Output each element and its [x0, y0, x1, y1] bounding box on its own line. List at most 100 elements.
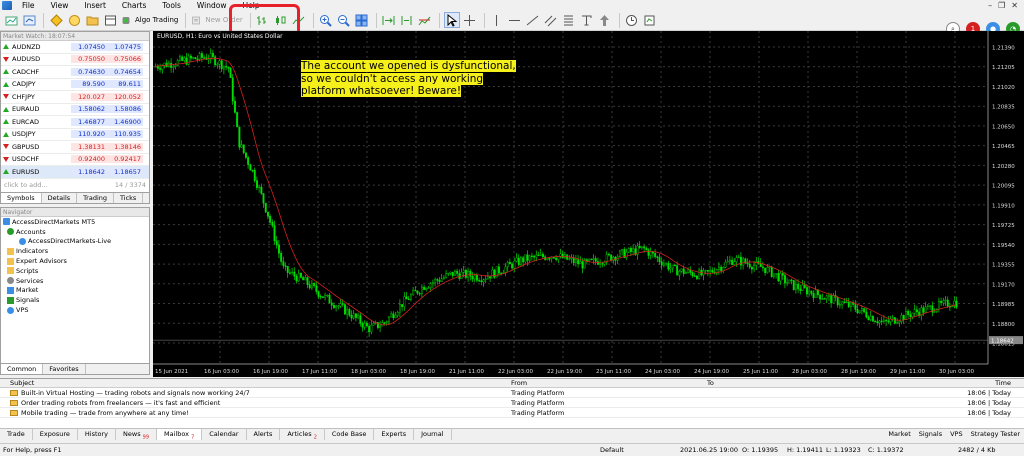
menu-tools[interactable]: Tools: [154, 1, 188, 10]
crosshair-icon[interactable]: [462, 12, 478, 28]
chart-canvas[interactable]: 1.21390 1.21205 1.21020 1.20835 1.20650 1.204…: [153, 31, 1024, 377]
indicators-icon[interactable]: [417, 12, 433, 28]
tab-calendar[interactable]: Calendar: [202, 429, 247, 440]
tab-news[interactable]: News 99: [116, 429, 158, 440]
tab-exposure[interactable]: Exposure: [33, 429, 78, 440]
candlestick-chart-icon[interactable]: [273, 12, 289, 28]
nav-broker[interactable]: AccessDirectMarkets MT5: [1, 217, 149, 227]
menu-insert[interactable]: Insert: [76, 1, 114, 10]
market-watch-row[interactable]: GBPUSD 1.38131 1.38146: [1, 141, 149, 154]
market-watch-row[interactable]: CADJPY 89.590 89.611: [1, 79, 149, 91]
tab-ticks[interactable]: Ticks: [114, 193, 144, 203]
tab-articles[interactable]: Articles 2: [280, 429, 325, 440]
restore-icon[interactable]: ❐: [998, 1, 1005, 10]
new-chart-button[interactable]: [3, 12, 19, 28]
market-watch-row[interactable]: EURAUD 1.58062 1.58086: [1, 104, 149, 116]
tab-code-base[interactable]: Code Base: [325, 429, 375, 440]
navigator-toggle-icon[interactable]: [66, 12, 82, 28]
menu-file[interactable]: File: [14, 1, 43, 10]
col-subject[interactable]: Subject: [0, 379, 509, 387]
col-from[interactable]: From: [509, 379, 705, 387]
tab-experts[interactable]: Experts: [374, 429, 415, 440]
mail-row[interactable]: Built-in Virtual Hosting — trading robot…: [0, 388, 1024, 398]
mail-row[interactable]: Mobile trading — trade from anywhere at …: [0, 408, 1024, 418]
algo-trading-icon[interactable]: [120, 12, 132, 28]
nav-scripts[interactable]: Scripts: [1, 266, 149, 276]
candle-body: [896, 322, 899, 324]
nav-accounts[interactable]: Accounts: [1, 227, 149, 237]
nav-expert-advisors[interactable]: Expert Advisors: [1, 256, 149, 266]
bar-chart-icon[interactable]: [255, 12, 271, 28]
horizontal-line-icon[interactable]: [507, 12, 523, 28]
nav-signals[interactable]: Signals: [1, 295, 149, 305]
menu-window[interactable]: Window: [189, 1, 235, 10]
arrow-objects-icon[interactable]: [597, 12, 613, 28]
text-icon[interactable]: [579, 12, 595, 28]
algo-trading-button[interactable]: Algo Trading: [132, 12, 181, 28]
market-watch-row[interactable]: AUDUSD 0.75050 0.75066: [1, 54, 149, 66]
profiles-button[interactable]: [21, 12, 37, 28]
nav-market[interactable]: Market: [1, 286, 149, 296]
market-watch-row[interactable]: USDJPY 110.920 110.935: [1, 129, 149, 141]
market-watch-row[interactable]: CHFJPY 120.027 120.052: [1, 91, 149, 104]
chart-shift-icon[interactable]: [399, 12, 415, 28]
market-watch-row[interactable]: EURUSD 1.18642 1.18657: [1, 166, 149, 179]
tab-trade[interactable]: Trade: [0, 429, 33, 440]
vertical-line-icon[interactable]: [489, 12, 505, 28]
time-tick-label: 16 Jun 19:00: [253, 369, 288, 375]
market-watch-row[interactable]: AUDNZD 1.07450 1.07475: [1, 41, 149, 54]
zoom-in-icon[interactable]: [318, 12, 334, 28]
tab-trading[interactable]: Trading: [77, 193, 115, 203]
tab-favorites[interactable]: Favorites: [43, 364, 86, 374]
nav-account-live[interactable]: AccessDirectMarkets-Live: [1, 237, 149, 247]
market-watch-row[interactable]: EURCAD 1.46877 1.46900: [1, 116, 149, 129]
add-symbol-label[interactable]: click to add...: [4, 181, 48, 189]
menu-view[interactable]: View: [43, 1, 77, 10]
tab-alerts[interactable]: Alerts: [247, 429, 281, 440]
new-order-icon[interactable]: [190, 12, 202, 28]
candle-body: [726, 260, 729, 263]
tab-details[interactable]: Details: [42, 193, 78, 203]
mail-row[interactable]: Order trading robots from freelancers — …: [0, 398, 1024, 408]
autoscroll-icon[interactable]: [381, 12, 397, 28]
cursor-icon[interactable]: [443, 12, 460, 28]
fibonacci-icon[interactable]: [561, 12, 577, 28]
add-symbol-row[interactable]: click to add... 14 / 3374: [1, 179, 149, 191]
link-strategy-tester[interactable]: Strategy Tester: [971, 430, 1020, 438]
candle-body: [423, 286, 426, 290]
nav-services[interactable]: Services: [1, 276, 149, 286]
tab-mailbox[interactable]: Mailbox 7: [157, 429, 203, 440]
nav-vps[interactable]: VPS: [1, 305, 149, 315]
line-chart-icon[interactable]: [291, 12, 307, 28]
tile-windows-icon[interactable]: [354, 12, 370, 28]
terminal-toggle-icon[interactable]: [102, 12, 118, 28]
close-icon[interactable]: ✕: [1011, 1, 1018, 10]
timeframes-icon[interactable]: [624, 12, 640, 28]
col-to[interactable]: To: [705, 379, 925, 387]
tab-symbols[interactable]: Symbols: [1, 193, 42, 203]
minimize-icon[interactable]: –: [988, 1, 992, 10]
warning-line-1: The account we opened is dysfunctional,: [301, 60, 516, 72]
market-watch-row[interactable]: CADCHF 0.74630 0.74654: [1, 66, 149, 79]
candle-body: [845, 301, 848, 304]
menu-charts[interactable]: Charts: [114, 1, 155, 10]
link-market[interactable]: Market: [888, 430, 910, 438]
tab-history[interactable]: History: [78, 429, 117, 440]
nav-indicators[interactable]: Indicators: [1, 246, 149, 256]
price-chart[interactable]: 1.21390 1.21205 1.21020 1.20835 1.20650 1.204…: [153, 31, 1024, 377]
tab-common[interactable]: Common: [1, 364, 44, 374]
zoom-out-icon[interactable]: [336, 12, 352, 28]
col-time[interactable]: Time: [925, 379, 1015, 387]
new-order-button[interactable]: New Order: [202, 12, 245, 28]
tab-journal[interactable]: Journal: [414, 429, 452, 440]
templates-icon[interactable]: [642, 12, 658, 28]
link-vps[interactable]: VPS: [950, 430, 963, 438]
menu-help[interactable]: Help: [234, 1, 267, 10]
market-watch-row[interactable]: USDCHF 0.92400 0.92417: [1, 154, 149, 166]
trend-line-icon[interactable]: [525, 12, 541, 28]
market-watch-toggle-icon[interactable]: [48, 12, 64, 28]
equidistant-channel-icon[interactable]: [543, 12, 559, 28]
status-profile[interactable]: Default: [600, 444, 624, 456]
folder-icon[interactable]: [84, 12, 100, 28]
link-signals[interactable]: Signals: [919, 430, 942, 438]
